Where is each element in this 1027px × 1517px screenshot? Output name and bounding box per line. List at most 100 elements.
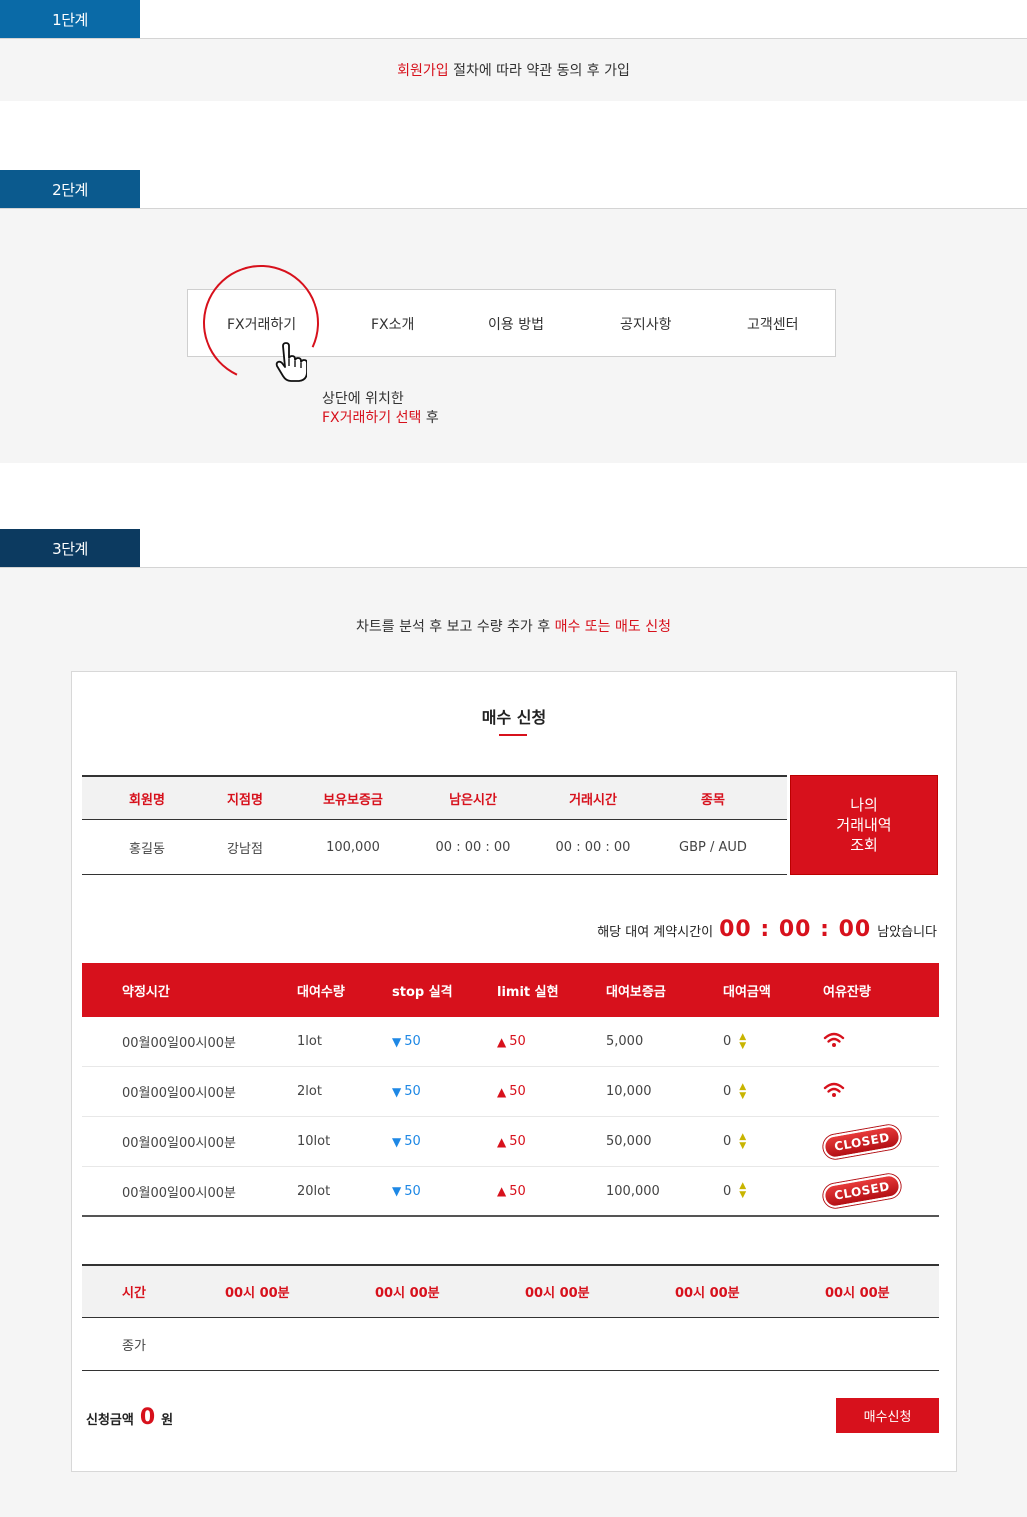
- close-price-label: 종가: [122, 1338, 146, 1354]
- total-amount: 신청금액 0 원: [86, 1405, 174, 1430]
- step1-description: 회원가입 절차에 따라 약관 동의 후 가입: [397, 63, 630, 79]
- step3-tab: 3단계: [0, 529, 140, 567]
- time-slot: 00시 00분: [825, 1286, 890, 1301]
- info-header-cell: 지점명: [227, 792, 263, 808]
- signal-icon: [823, 1082, 845, 1102]
- down-arrow-icon: ▼: [392, 1084, 402, 1099]
- trade-amount: 0 ▲ ▼: [723, 1031, 747, 1051]
- amount-stepper-icon[interactable]: ▲ ▼: [739, 1082, 746, 1101]
- trade-deposit: 5,000: [606, 1034, 644, 1049]
- close-price-row: 종가: [82, 1318, 939, 1371]
- trade-time: 00월00일00시00분: [122, 1185, 237, 1201]
- trade-header-cell: limit 실현: [497, 984, 559, 1000]
- title-underline: [499, 734, 527, 736]
- trade-time: 00월00일00시00분: [122, 1086, 237, 1101]
- amount-stepper-icon[interactable]: ▲ ▼: [739, 1032, 746, 1051]
- trade-deposit: 100,000: [606, 1183, 660, 1199]
- info-value-cell: 100,000: [326, 839, 380, 855]
- down-arrow-icon: ▼: [392, 1034, 402, 1049]
- member-info-table: 회원명 지점명 보유보증금 남은시간 거래시간 종목 홍길동 강남점 100,0…: [82, 775, 787, 875]
- trade-header-cell: 약정시간: [122, 984, 170, 1000]
- step3-description: 차트를 분석 후 보고 수량 추가 후 매수 또는 매도 신청: [356, 619, 671, 635]
- remaining-time-value: 00 : 00 : 00: [719, 917, 872, 942]
- info-value-cell: 홍길동: [129, 841, 165, 857]
- up-arrow-icon: ▲: [497, 1034, 507, 1049]
- time-slot: 00시 00분: [675, 1286, 740, 1301]
- trade-limit: ▲ 50: [497, 1034, 526, 1049]
- nav-item-notice[interactable]: 공지사항: [620, 314, 672, 334]
- remaining-time: 해당 대여 계약시간이 00 : 00 : 00 남았습니다: [597, 917, 937, 942]
- trade-stop: ▼ 50: [392, 1034, 421, 1049]
- trade-header-cell: stop 실격: [392, 984, 453, 1000]
- info-header-row: 회원명 지점명 보유보증금 남은시간 거래시간 종목: [82, 775, 787, 820]
- down-arrow-icon: ▼: [392, 1134, 402, 1149]
- trade-status: CLOSED: [821, 1117, 903, 1166]
- trade-stop: ▼ 50: [392, 1084, 421, 1099]
- trade-time: 00월00일00시00분: [122, 1136, 237, 1151]
- trade-history-button[interactable]: 나의 거래내역 조회: [790, 775, 938, 875]
- time-label: 시간: [122, 1286, 146, 1301]
- trade-header-row: 약정시간 대여수량 stop 실격 limit 실현 대여보증금 대여금액 여유…: [82, 963, 939, 1017]
- step2-description: 상단에 위치한 FX거래하기 선택 후: [322, 391, 439, 426]
- trade-header-cell: 대여수량: [297, 984, 345, 1000]
- trade-amount: 0 ▲ ▼: [723, 1131, 747, 1151]
- trade-row: 00월00일00시00분 2lot ▼ 50 ▲ 50 10,000 0 ▲ ▼: [82, 1067, 939, 1117]
- trade-qty: 20lot: [297, 1183, 331, 1199]
- time-slot: 00시 00분: [375, 1286, 440, 1301]
- info-header-cell: 회원명: [129, 792, 165, 808]
- buy-request-button[interactable]: 매수신청: [836, 1398, 939, 1433]
- trade-header-cell: 대여금액: [723, 984, 771, 1000]
- step1-tab: 1단계: [0, 0, 140, 38]
- info-header-cell: 종목: [701, 792, 725, 808]
- trade-limit: ▲ 50: [497, 1084, 526, 1099]
- info-value-cell: 00 : 00 : 00: [435, 839, 511, 855]
- info-value-cell: 강남점: [227, 841, 263, 857]
- total-amount-value: 0: [139, 1405, 156, 1430]
- trade-header-cell: 여유잔량: [823, 984, 871, 1000]
- info-value-row: 홍길동 강남점 100,000 00 : 00 : 00 00 : 00 : 0…: [82, 820, 787, 875]
- info-value-cell: 00 : 00 : 00: [555, 839, 631, 855]
- trade-limit: ▲ 50: [497, 1134, 526, 1149]
- nav-item-how-to[interactable]: 이용 방법: [488, 314, 544, 334]
- closed-badge: CLOSED: [821, 1172, 903, 1210]
- time-header-row: 시간 00시 00분 00시 00분 00시 00분 00시 00분 00시 0…: [82, 1264, 939, 1318]
- time-slot: 00시 00분: [525, 1286, 590, 1301]
- amount-stepper-icon[interactable]: ▲ ▼: [739, 1132, 746, 1151]
- trade-qty: 10lot: [297, 1134, 331, 1149]
- amount-stepper-icon[interactable]: ▲ ▼: [739, 1182, 746, 1200]
- trade-status: [823, 1067, 845, 1116]
- up-arrow-icon: ▲: [497, 1134, 507, 1149]
- trade-row: 00월00일00시00분 1lot ▼ 50 ▲ 50 5,000 0 ▲ ▼: [82, 1017, 939, 1067]
- buy-request-card: 매수 신청 회원명 지점명 보유보증금 남은시간 거래시간 종목 홍길동 강남점…: [71, 671, 957, 1472]
- closed-badge: CLOSED: [821, 1122, 903, 1161]
- info-header-cell: 남은시간: [449, 792, 497, 808]
- closing-time-table: 시간 00시 00분 00시 00분 00시 00분 00시 00분 00시 0…: [82, 1264, 939, 1371]
- up-arrow-icon: ▲: [497, 1184, 507, 1198]
- trade-row: 00월00일00시00분 20lot ▼ 50 ▲ 50 100,000 0 ▲ ▼ CLOSED: [82, 1167, 939, 1217]
- signal-icon: [823, 1032, 845, 1052]
- down-arrow-icon: ▼: [392, 1184, 402, 1198]
- trade-status: [823, 1017, 845, 1066]
- card-title: 매수 신청: [481, 708, 547, 727]
- trade-status: CLOSED: [821, 1167, 903, 1215]
- trade-time: 00월00일00시00분: [122, 1036, 237, 1051]
- trade-amount: 0 ▲ ▼: [723, 1081, 747, 1101]
- trade-qty: 1lot: [297, 1034, 322, 1049]
- nav-item-fx-intro[interactable]: FX소개: [371, 314, 414, 334]
- trade-deposit: 50,000: [606, 1134, 652, 1149]
- time-slot: 00시 00분: [225, 1286, 290, 1301]
- trade-row: 00월00일00시00분 10lot ▼ 50 ▲ 50 50,000 0 ▲ ▼ CLOSED: [82, 1117, 939, 1167]
- trade-amount: 0 ▲ ▼: [723, 1181, 747, 1200]
- info-value-cell: GBP / AUD: [679, 839, 747, 855]
- info-header-cell: 보유보증금: [323, 792, 383, 808]
- trade-limit: ▲ 50: [497, 1183, 526, 1199]
- step2-tab: 2단계: [0, 170, 140, 208]
- nav-item-support[interactable]: 고객센터: [747, 314, 799, 334]
- hand-pointer-icon: [275, 342, 307, 382]
- trade-qty: 2lot: [297, 1084, 322, 1099]
- trade-stop: ▼ 50: [392, 1134, 421, 1149]
- info-header-cell: 거래시간: [569, 792, 617, 808]
- trade-header-cell: 대여보증금: [606, 984, 666, 1000]
- trade-table: 약정시간 대여수량 stop 실격 limit 실현 대여보증금 대여금액 여유…: [82, 963, 939, 1217]
- up-arrow-icon: ▲: [497, 1084, 507, 1099]
